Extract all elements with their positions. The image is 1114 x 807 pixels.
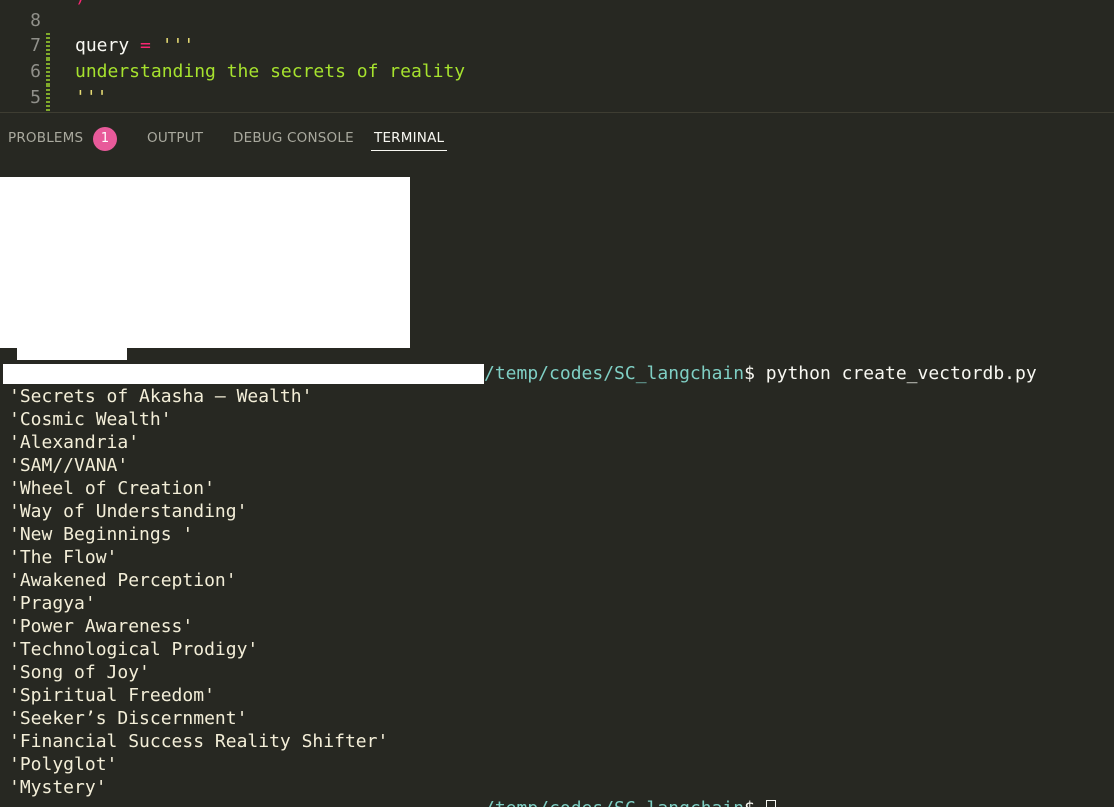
code-text: '''	[75, 87, 108, 108]
terminal-output-line: 'Way of Understanding'	[9, 501, 248, 522]
terminal-output-line: 'Seeker’s Discernment'	[9, 708, 248, 729]
query-variable: query	[75, 35, 130, 56]
tab-problems[interactable]: PROBLEMS	[8, 129, 83, 151]
redacted-block	[17, 348, 127, 360]
terminal-output-line: 'The Flow'	[9, 547, 118, 568]
tab-debug-console[interactable]: DEBUG CONSOLE	[233, 129, 354, 151]
terminal-output-line: 'Financial Success Reality Shifter'	[9, 731, 389, 752]
terminal-output-line: 'Mystery'	[9, 777, 107, 798]
code-line-6: 6 understanding the secrets of reality	[0, 59, 1114, 85]
string-delimiter: '''	[161, 35, 195, 56]
terminal-output-line: 'Technological Prodigy'	[9, 639, 259, 660]
redacted-block	[0, 177, 410, 348]
code-line-5: 5 '''	[0, 85, 1114, 111]
assign-operator: =	[129, 35, 162, 56]
code-line-7: 7 query = '''	[0, 33, 1114, 59]
terminal-command: python create_vectordb.py	[754, 363, 1037, 384]
terminal-output-line: 'Pragya'	[9, 593, 96, 614]
problems-count-badge: 1	[93, 127, 117, 151]
terminal-final-prompt: /temp/codes/SC_langchain$	[484, 797, 755, 807]
prompt-path: /temp/codes/SC_langchain	[484, 798, 744, 807]
terminal-output-line: 'Wheel of Creation'	[9, 478, 215, 499]
git-modified-marker	[46, 85, 50, 111]
code-editor[interactable]: ) 8 7 query = ''' 6 understanding the se…	[0, 0, 1114, 112]
tab-output[interactable]: OUTPUT	[147, 129, 203, 151]
code-text: query = '''	[75, 33, 194, 59]
prompt-path: /temp/codes/SC_langchain	[484, 363, 745, 384]
terminal-output-line: 'Spiritual Freedom'	[9, 685, 215, 706]
line-number: 8	[30, 10, 41, 31]
terminal-output-line: 'SAM//VANA'	[9, 455, 129, 476]
line-number: 6	[30, 61, 41, 82]
line-number: 5	[30, 87, 41, 108]
terminal-output-line: 'Power Awareness'	[9, 616, 194, 637]
terminal-output-line: 'Cosmic Wealth'	[9, 409, 172, 430]
git-modified-marker	[46, 59, 50, 85]
panel-tabs: PROBLEMS 1 OUTPUT DEBUG CONSOLE TERMINAL	[0, 113, 1114, 161]
tab-terminal[interactable]: TERMINAL	[371, 129, 448, 151]
git-modified-marker	[46, 33, 50, 59]
terminal-output-line: 'New Beginnings '	[9, 524, 194, 545]
line-number: 7	[30, 35, 41, 56]
terminal-output-line: 'Song of Joy'	[9, 662, 150, 683]
redacted-prompt	[3, 364, 484, 384]
prompt-symbol: $	[744, 363, 755, 384]
code-text: understanding the secrets of reality	[75, 61, 466, 82]
terminal-output-line: 'Secrets of Akasha – Wealth'	[9, 386, 313, 407]
terminal-output-line: 'Polyglot'	[9, 754, 118, 775]
terminal-prompt: /temp/codes/SC_langchain$ python create_…	[484, 362, 1037, 385]
terminal-output-line: 'Awakened Perception'	[9, 570, 237, 591]
terminal-cursor	[766, 800, 776, 807]
terminal-output-line: 'Alexandria'	[9, 432, 140, 453]
code-line-8: 8	[0, 8, 1114, 34]
prompt-symbol: $	[744, 798, 755, 807]
